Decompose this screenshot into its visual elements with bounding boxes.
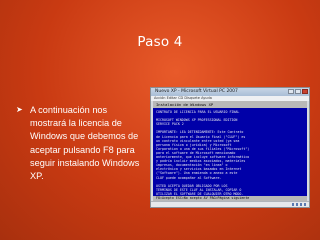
window-controls: [288, 89, 308, 94]
minimize-icon[interactable]: [288, 89, 294, 94]
window-title: Nuevo XP - Microsoft Virtual PC 2007: [155, 89, 238, 94]
window-statusbar: [151, 201, 309, 207]
setup-screen: Instalación de Windows XP CONTRATO DE LI…: [153, 101, 307, 201]
close-icon[interactable]: [302, 89, 308, 94]
license-text: CONTRATO DE LICENCIA PARA EL USUARIO FIN…: [156, 110, 306, 201]
status-icons: [292, 203, 306, 206]
maximize-icon[interactable]: [295, 89, 301, 94]
bullet-text: A continuación nos mostrará la licencia …: [30, 105, 140, 182]
window-titlebar: Nuevo XP - Microsoft Virtual PC 2007: [151, 88, 309, 96]
virtual-pc-window: Nuevo XP - Microsoft Virtual PC 2007 Acc…: [150, 87, 310, 208]
slide-title: Paso 4: [137, 34, 183, 50]
setup-header: Instalación de Windows XP: [153, 101, 307, 108]
bullet-arrow-icon: ➤: [16, 105, 23, 114]
